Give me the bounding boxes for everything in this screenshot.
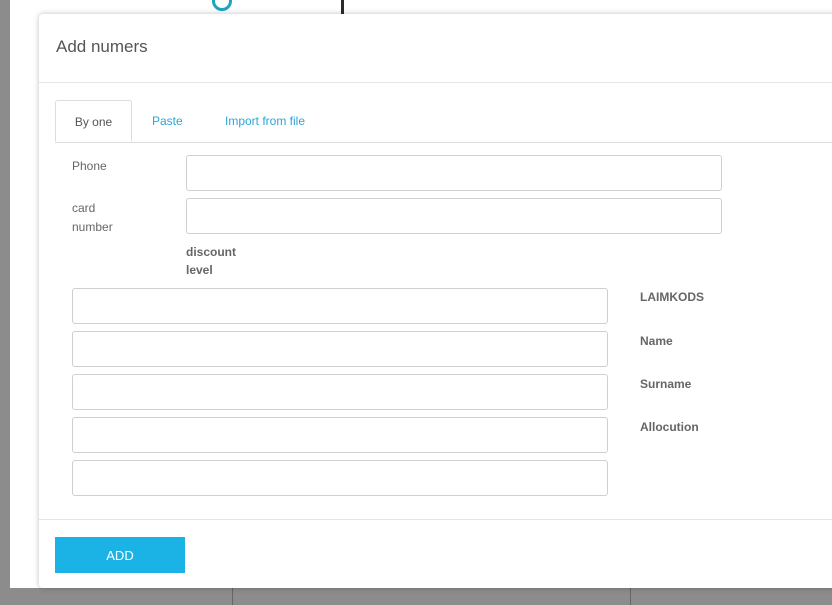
- backdrop-column-line: [232, 588, 233, 605]
- phone-label: Phone: [72, 159, 107, 173]
- tab-by-one[interactable]: By one: [55, 100, 132, 142]
- dialog-footer: ADD: [39, 519, 832, 588]
- tab-paste[interactable]: Paste: [152, 100, 183, 142]
- tab-bar: By one Paste Import from file: [55, 100, 832, 143]
- name-label: Name: [640, 334, 673, 348]
- tab-import-from-file[interactable]: Import from file: [225, 100, 305, 142]
- add-numbers-dialog: Add numers By one Paste Import from file…: [39, 14, 832, 588]
- card-number-label-line2: number: [72, 220, 113, 234]
- backdrop-bottom-strip: [0, 588, 832, 605]
- dialog-header: Add numers: [39, 14, 832, 83]
- card-number-input[interactable]: [186, 198, 722, 234]
- laimkods-input[interactable]: [72, 288, 608, 324]
- discount-level-label-line2: level: [186, 263, 213, 277]
- backdrop-logo-fragment: [212, 0, 232, 11]
- backdrop-divider: [341, 0, 344, 14]
- surname-label: Surname: [640, 377, 692, 391]
- discount-level-label-line1: discount: [186, 245, 236, 259]
- surname-input[interactable]: [72, 374, 608, 410]
- extra-input[interactable]: [72, 460, 608, 496]
- backdrop-left-strip: [0, 0, 10, 605]
- laimkods-label: LAIMKODS: [640, 290, 704, 304]
- allocution-label: Allocution: [640, 420, 699, 434]
- phone-input[interactable]: [186, 155, 722, 191]
- dialog-title: Add numers: [56, 37, 148, 56]
- allocution-input[interactable]: [72, 417, 608, 453]
- name-input[interactable]: [72, 331, 608, 367]
- card-number-label-line1: card: [72, 201, 96, 215]
- add-button[interactable]: ADD: [55, 537, 185, 573]
- backdrop-column-line: [630, 588, 631, 605]
